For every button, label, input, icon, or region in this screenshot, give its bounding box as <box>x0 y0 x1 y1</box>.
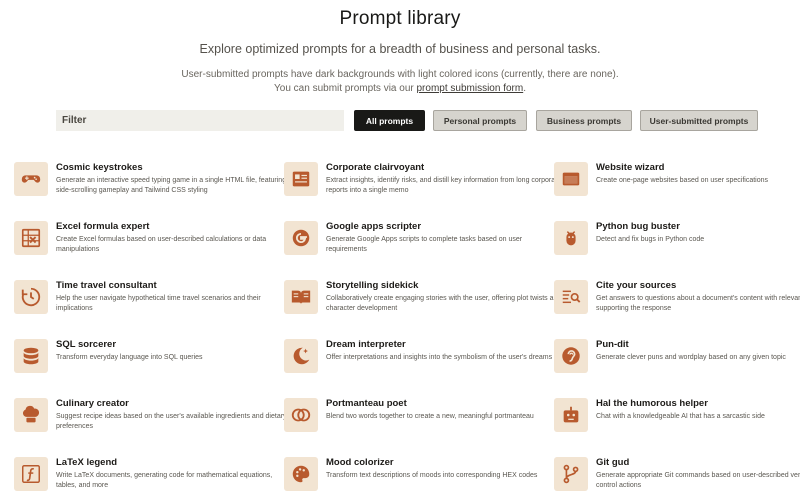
prompt-card[interactable]: LaTeX legend Write LaTeX documents, gener… <box>14 457 272 497</box>
report-icon <box>284 162 318 196</box>
clock-arrow-icon <box>14 280 48 314</box>
prompt-card-title: Portmanteau poet <box>326 398 407 409</box>
prompt-card-title: Storytelling sidekick <box>326 280 419 291</box>
moon-stars-icon <box>284 339 318 373</box>
prompt-card-title: Dream interpreter <box>326 339 406 350</box>
prompt-card-description: Transform text descriptions of moods int… <box>326 472 538 479</box>
prompt-card[interactable]: Pun-dit Generate clever puns and wordplay… <box>554 339 794 379</box>
ear-icon <box>554 339 588 373</box>
filter-input[interactable] <box>56 110 344 131</box>
prompt-card-description: Detect and fix bugs in Python code <box>596 236 705 243</box>
prompt-card-description: Blend two words together to create a new… <box>326 413 534 420</box>
prompt-card-description: Transform everyday language into SQL que… <box>56 354 203 361</box>
prompt-card-description: Create Excel formulas based on user-desc… <box>56 236 267 253</box>
google-logo-icon <box>284 221 318 255</box>
prompt-card-description: Generate an interactive speed typing gam… <box>56 177 287 194</box>
prompt-card-title: Pun-dit <box>596 339 629 350</box>
prompt-card-description: Write LaTeX documents, generating code f… <box>56 472 273 489</box>
tab-all-prompts[interactable]: All prompts <box>354 110 425 131</box>
chef-hat-icon <box>14 398 48 432</box>
palette-icon <box>284 457 318 491</box>
prompt-card-description: Create one-page websites based on user s… <box>596 177 768 184</box>
prompt-card-description: Generate appropriate Git commands based … <box>596 472 800 489</box>
prompt-card-title: LaTeX legend <box>56 457 118 468</box>
overlapping-circles-icon <box>284 398 318 432</box>
tab-user-submitted-prompts[interactable]: User-submitted prompts <box>640 110 758 131</box>
prompt-card-description: Chat with a knowledgeable AI that has a … <box>596 413 765 420</box>
prompt-card-title: Corporate clairvoyant <box>326 162 425 173</box>
page-title: Prompt library <box>339 8 461 29</box>
prompt-card[interactable]: Git gud Generate appropriate Git commands… <box>554 457 800 497</box>
prompt-card[interactable]: Dream interpreter Offer interpretations a… <box>284 339 552 379</box>
bug-icon <box>554 221 588 255</box>
submission-note: User-submitted prompts have dark backgro… <box>0 68 800 96</box>
tab-business-prompts[interactable]: Business prompts <box>536 110 632 131</box>
prompt-card[interactable]: Python bug buster Detect and fix bugs in … <box>554 221 794 261</box>
prompt-card-description: Help the user navigate hypothetical time… <box>56 295 261 312</box>
prompt-card[interactable]: Corporate clairvoyant Extract insights, i… <box>284 162 561 202</box>
prompt-card-title: Hal the humorous helper <box>596 398 708 409</box>
gamepad-icon <box>14 162 48 196</box>
tab-personal-prompts[interactable]: Personal prompts <box>433 110 527 131</box>
open-book-icon <box>284 280 318 314</box>
browser-window-icon <box>554 162 588 196</box>
prompt-card[interactable]: Culinary creator Suggest recipe ideas bas… <box>14 398 287 438</box>
prompt-card-title: Git gud <box>596 457 630 468</box>
note-line-1: User-submitted prompts have dark backgro… <box>181 69 619 80</box>
note-line-2: You can submit prompts via our prompt su… <box>0 82 800 96</box>
filter-controls: All prompts Personal prompts Business pr… <box>56 110 760 131</box>
prompt-card-title: Google apps scripter <box>326 221 422 232</box>
prompt-card[interactable]: Cosmic keystrokes Generate an interactive… <box>14 162 286 202</box>
robot-icon <box>554 398 588 432</box>
prompt-card-description: Get answers to questions about a documen… <box>596 295 800 312</box>
prompt-library-page: Prompt library Explore optimized prompts… <box>0 0 800 504</box>
function-icon <box>14 457 48 491</box>
document-search-icon <box>554 280 588 314</box>
prompt-card-title: Cosmic keystrokes <box>56 162 143 173</box>
prompt-card-description: Suggest recipe ideas based on the user's… <box>56 413 287 430</box>
prompt-card-description: Extract insights, identify risks, and di… <box>326 177 561 194</box>
git-branch-icon <box>554 457 588 491</box>
prompt-card[interactable]: Excel formula expert Create Excel formula… <box>14 221 266 261</box>
prompt-card-title: Excel formula expert <box>56 221 150 232</box>
prompt-card[interactable]: Mood colorizer Transform text description… <box>284 457 537 497</box>
prompt-card-description: Generate Google Apps scripts to complete… <box>326 236 523 253</box>
page-subtitle: Explore optimized prompts for a breadth … <box>199 42 601 56</box>
prompt-card-title: Time travel consultant <box>56 280 157 291</box>
prompt-card[interactable]: Hal the humorous helper Chat with a knowl… <box>554 398 794 438</box>
prompt-card-description: Offer interpretations and insights into … <box>326 354 553 361</box>
prompt-card-title: SQL sorcerer <box>56 339 117 350</box>
prompt-card[interactable]: SQL sorcerer Transform everyday language … <box>14 339 254 379</box>
prompt-card-title: Culinary creator <box>56 398 129 409</box>
prompt-card[interactable]: Storytelling sidekick Collaboratively cre… <box>284 280 561 320</box>
prompt-card-description: Collaboratively create engaging stories … <box>326 295 562 312</box>
spreadsheet-icon <box>14 221 48 255</box>
note-suffix: . <box>523 83 526 94</box>
prompt-submission-form-link[interactable]: prompt submission form <box>417 83 524 94</box>
prompt-card-title: Website wizard <box>596 162 665 173</box>
prompt-card-title: Python bug buster <box>596 221 680 232</box>
prompt-card[interactable]: Cite your sources Get answers to question… <box>554 280 800 320</box>
prompt-card[interactable]: Portmanteau poet Blend two words together… <box>284 398 534 438</box>
prompt-card-description: Generate clever puns and wordplay based … <box>596 354 786 361</box>
note-prefix: You can submit prompts via our <box>274 83 417 94</box>
prompt-card[interactable]: Website wizard Create one-page websites b… <box>554 162 794 202</box>
database-icon <box>14 339 48 373</box>
prompt-card[interactable]: Time travel consultant Help the user navi… <box>14 280 261 320</box>
prompt-card-title: Cite your sources <box>596 280 677 291</box>
prompt-card[interactable]: Google apps scripter Generate Google Apps… <box>284 221 524 261</box>
prompt-card-title: Mood colorizer <box>326 457 394 468</box>
